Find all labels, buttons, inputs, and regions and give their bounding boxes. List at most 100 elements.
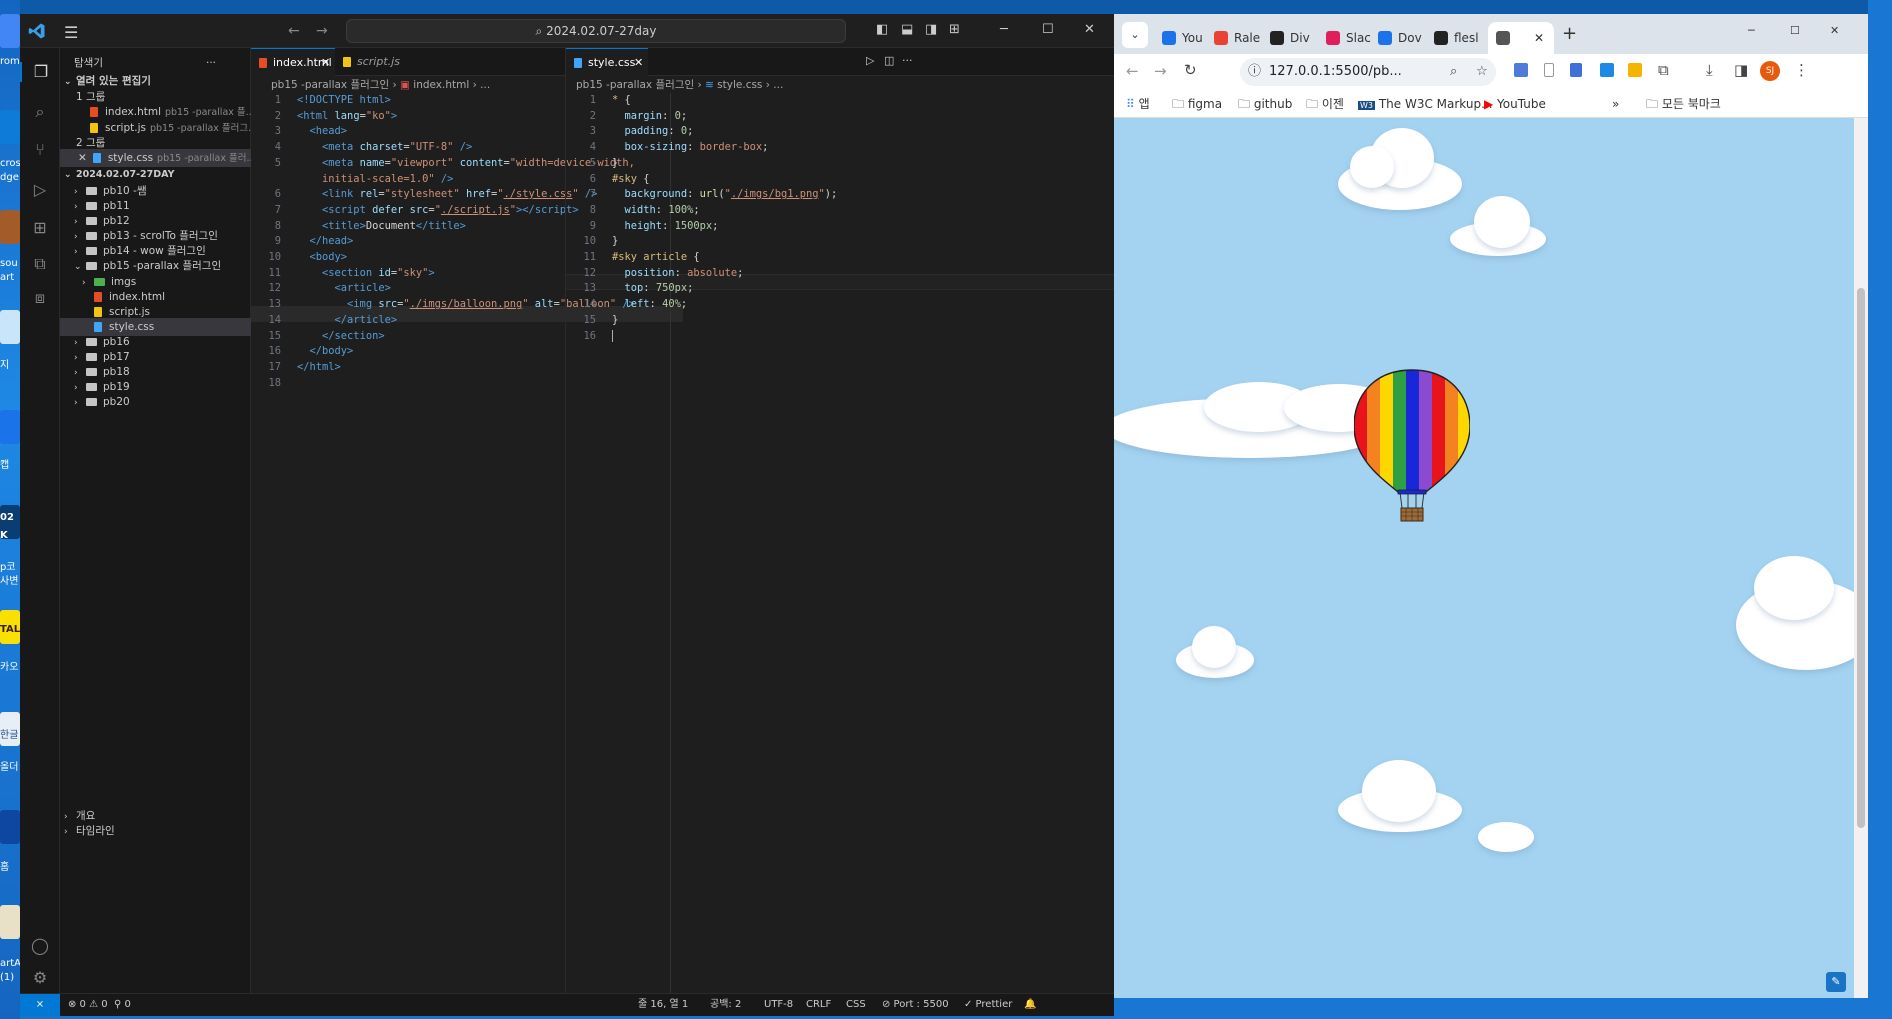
explorer-icon[interactable]: ❐ [20, 62, 60, 82]
close-icon[interactable]: ✕ [321, 49, 330, 77]
chrome-desktop-icon[interactable] [0, 14, 20, 48]
menu-kebab-icon[interactable]: ⋮ [1794, 61, 1809, 79]
all-bookmarks[interactable]: 🗀 모든 북마크 [1646, 95, 1721, 113]
open-editor-item[interactable]: ✕ style.css pb15 -parallax 플러... [60, 149, 251, 167]
tree-folder[interactable]: › pb20 [60, 393, 251, 411]
command-center[interactable]: ⌕ 2024.02.07-27day [346, 19, 846, 43]
sourcetree-desktop-icon[interactable] [0, 210, 20, 244]
address-bar[interactable]: ⓘ 127.0.0.1:5500/pb... ⌕ ☆ [1240, 58, 1496, 86]
js-file-icon [343, 57, 351, 67]
maximize-icon[interactable]: ☐ [1042, 22, 1054, 37]
app-desktop-icon[interactable] [0, 810, 20, 844]
bookmark-w3c[interactable]: W3 The W3C Markup... [1358, 95, 1493, 115]
browser-tab[interactable]: Div [1262, 22, 1316, 54]
page-viewport[interactable]: ✎ [1114, 118, 1854, 998]
remote-indicator[interactable]: ⨯ [20, 994, 60, 1016]
site-info-icon[interactable]: ⓘ [1248, 64, 1261, 79]
breadcrumb[interactable]: pb15 -parallax 플러그인 › ≋ style.css › ... [576, 76, 783, 94]
maximize-icon[interactable]: ☐ [1790, 24, 1800, 37]
toggle-primary-sidebar-icon[interactable]: ◧ [876, 22, 888, 37]
extensions-puzzle-icon[interactable]: ⧉ [1658, 61, 1669, 79]
app-desktop-icon[interactable] [0, 905, 20, 939]
live-server-port[interactable]: ⊘ Port : 5500 [882, 994, 949, 1016]
more-actions-icon[interactable]: ··· [902, 54, 913, 67]
forward-arrow-icon[interactable]: → [316, 23, 328, 39]
tab-style-css[interactable]: style.css ✕ [566, 48, 648, 76]
desktop-label: rom [0, 56, 20, 67]
tab-index-html[interactable]: index.html ✕ [251, 48, 335, 76]
extension-icon[interactable] [1628, 63, 1642, 77]
extension-icon[interactable] [1514, 63, 1528, 77]
ports-indicator[interactable]: ⚲ 0 [114, 994, 131, 1016]
breadcrumb[interactable]: pb15 -parallax 플러그인 › ▣ index.html › ... [271, 76, 490, 94]
browser-tab-label: flesl [1454, 31, 1479, 45]
edge-desktop-icon[interactable] [0, 110, 20, 144]
bookmark-youtube[interactable]: ▶ YouTube [1484, 95, 1546, 113]
prettier-status[interactable]: ✓ Prettier [964, 994, 1012, 1016]
capture-desktop-icon[interactable] [0, 410, 20, 444]
source-control-icon[interactable]: ⑂ [30, 140, 50, 160]
language-mode[interactable]: CSS [846, 994, 866, 1016]
customize-layout-icon[interactable]: ⊞ [949, 22, 960, 37]
reload-icon[interactable]: ↻ [1184, 61, 1197, 79]
minimize-icon[interactable]: ─ [1748, 24, 1755, 37]
app-desktop-icon[interactable] [0, 310, 20, 344]
tab-search-icon[interactable]: ⌄ [1122, 22, 1148, 48]
toggle-panel-icon[interactable]: ⬓ [901, 22, 913, 37]
forward-arrow-icon[interactable]: → [1154, 62, 1167, 80]
more-actions-icon[interactable]: ··· [206, 54, 216, 72]
page-scrollbar[interactable] [1854, 118, 1868, 998]
scrollbar-thumb[interactable] [1857, 288, 1865, 828]
bookmark-github[interactable]: 🗀 github [1238, 95, 1292, 113]
end-of-line[interactable]: CRLF [806, 994, 831, 1016]
profile-avatar[interactable]: SJ [1760, 61, 1780, 81]
minimize-icon[interactable]: ─ [1000, 22, 1008, 37]
run-icon[interactable]: ▷ [866, 54, 874, 67]
browser-tab[interactable]: You [1154, 22, 1208, 54]
run-debug-icon[interactable]: ▷ [30, 180, 50, 200]
download-icon[interactable]: ⤓ [1706, 61, 1713, 79]
docker-icon[interactable]: ⧈ [30, 288, 50, 308]
bookmark-ijen[interactable]: 🗀 이젠 [1306, 95, 1344, 113]
extensions-icon[interactable]: ⊞ [30, 218, 50, 238]
problems-indicator[interactable]: ⊗ 0 ⚠ 0 [68, 994, 108, 1016]
bookmark-apps[interactable]: ⠿ 앱 [1126, 95, 1150, 113]
search-icon[interactable]: ⌕ [30, 102, 50, 122]
extension-icon[interactable] [1600, 63, 1614, 77]
split-editor-icon[interactable]: ◫ [884, 54, 894, 67]
bookmark-star-icon[interactable]: ☆ [1476, 58, 1488, 86]
extension-icon[interactable] [1570, 63, 1582, 77]
account-icon[interactable]: ◯ [30, 936, 50, 956]
toggle-secondary-sidebar-icon[interactable]: ◨ [925, 22, 937, 37]
encoding[interactable]: UTF-8 [764, 994, 793, 1016]
close-icon[interactable]: ✕ [1830, 24, 1839, 37]
close-icon[interactable]: ✕ [634, 49, 643, 77]
browser-tab[interactable]: ✕ [1488, 22, 1554, 54]
browser-tab[interactable]: Slac [1318, 22, 1372, 54]
remote-explorer-icon[interactable]: ⧉ [30, 254, 50, 274]
edit-pen-icon[interactable]: ✎ [1826, 972, 1846, 992]
timeline-header[interactable]: › 타임라인 [60, 822, 251, 840]
more-bookmarks-icon[interactable]: » [1612, 95, 1619, 113]
close-icon[interactable]: ✕ [1084, 22, 1095, 37]
notifications-bell-icon[interactable]: 🔔 [1024, 994, 1036, 1016]
css-code-editor[interactable]: 1 2 3 4 5 6 7 8 9 10 11 12 13 14 15 16 * { margin: 0; p… [566, 93, 1112, 993]
menu-icon[interactable]: ☰ [64, 23, 78, 42]
close-tab-icon[interactable]: ✕ [1534, 22, 1544, 54]
side-panel-icon[interactable]: ◨ [1734, 61, 1748, 79]
settings-gear-icon[interactable]: ⚙ [30, 968, 50, 988]
browser-tab[interactable]: flesl [1426, 22, 1480, 54]
browser-tab[interactable]: Dov [1370, 22, 1424, 54]
indentation[interactable]: 공백: 2 [710, 994, 741, 1016]
new-tab-icon[interactable]: + [1562, 23, 1577, 44]
bookmark-figma[interactable]: 🗀 figma [1172, 95, 1222, 113]
cursor-position[interactable]: 줄 16, 열 1 [638, 994, 688, 1016]
back-arrow-icon[interactable]: ← [1126, 62, 1139, 80]
zoom-icon[interactable]: ⌕ [1450, 58, 1457, 86]
tab-script-js[interactable]: script.js [335, 48, 415, 76]
back-arrow-icon[interactable]: ← [288, 23, 300, 39]
folder-icon: 🗀 [1238, 97, 1254, 111]
extension-icon[interactable] [1544, 63, 1554, 77]
browser-tab[interactable]: Rale [1206, 22, 1260, 54]
close-icon[interactable]: ✕ [78, 152, 87, 164]
